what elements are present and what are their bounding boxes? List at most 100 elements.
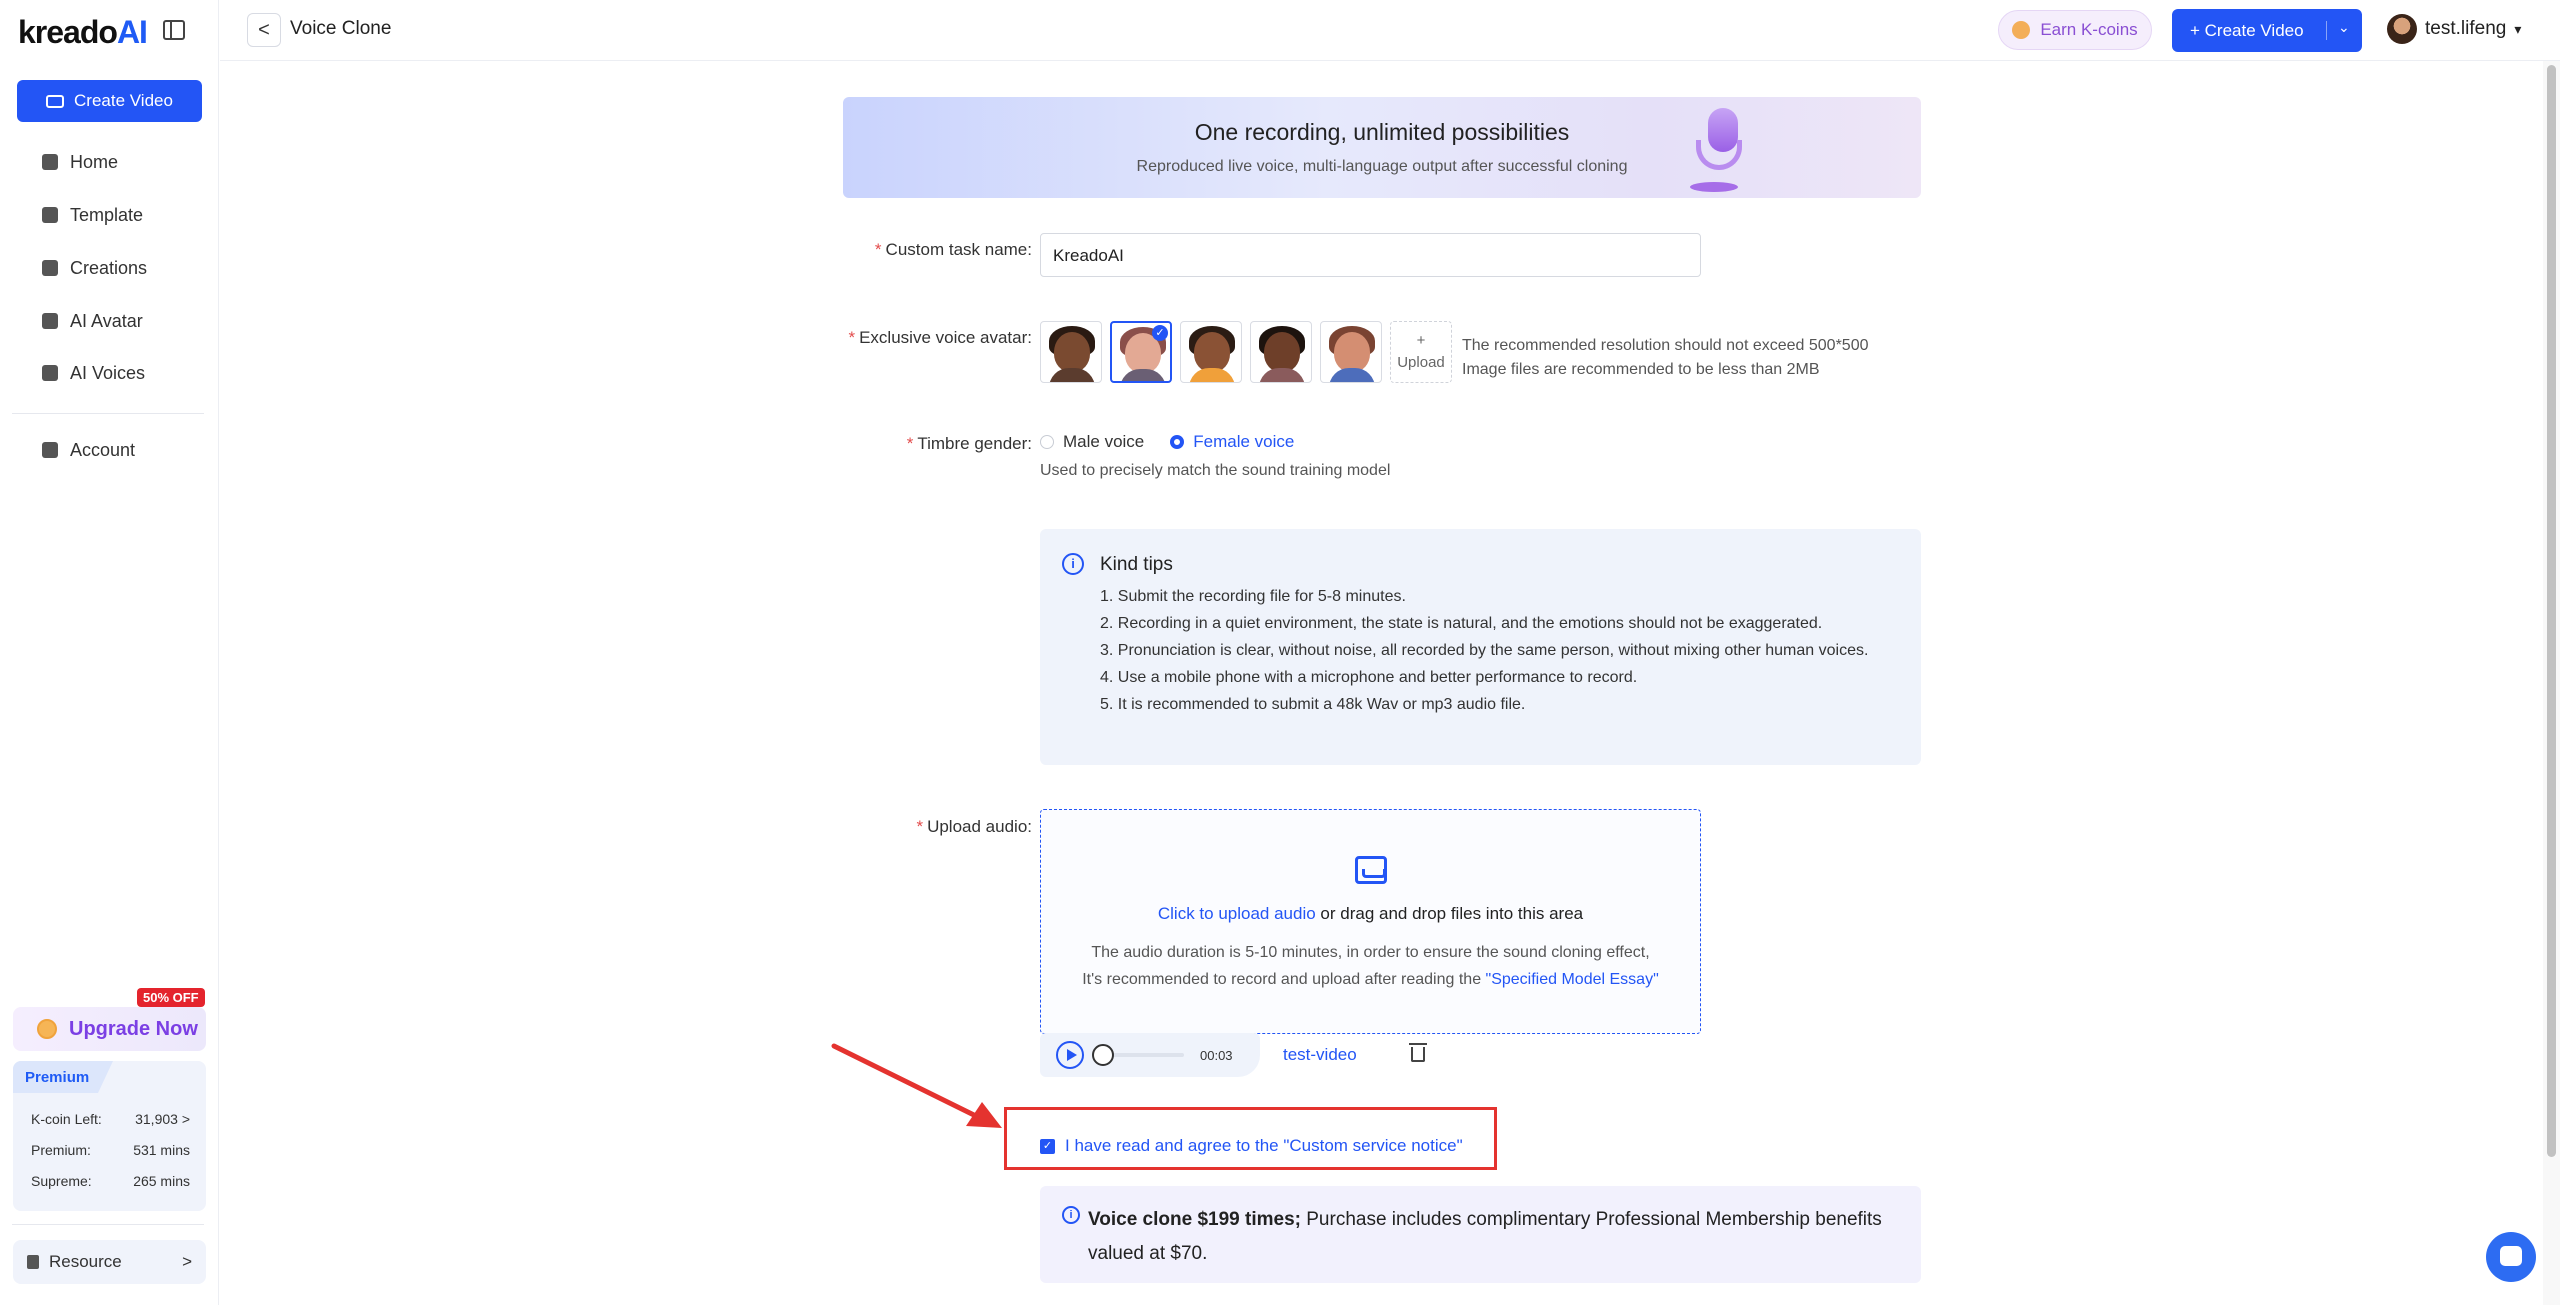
female-voice-radio[interactable]: Female voice (1170, 432, 1294, 452)
sidebar: kreadoAI Create Video Home Template Crea… (0, 0, 219, 1305)
audio-player: 00:03 (1040, 1033, 1260, 1077)
sidebar-divider (12, 1224, 204, 1225)
upload-label: Upload (1397, 354, 1445, 371)
mic-stand (1696, 140, 1742, 170)
task-name-input[interactable]: KreadoAI (1040, 233, 1701, 277)
page-scrollbar[interactable] (2543, 61, 2560, 1305)
avatar-option[interactable] (1320, 321, 1382, 383)
required-mark: * (916, 817, 924, 836)
sidebar-item-home[interactable]: Home (42, 148, 118, 176)
tip-item: 1. Submit the recording file for 5-8 min… (1100, 588, 1406, 605)
supreme-value: 265 mins (133, 1173, 190, 1189)
info-icon: i (1062, 553, 1084, 575)
checkbox-checked-icon[interactable]: ✓ (1040, 1138, 1055, 1154)
price-text: Voice clone $199 times; Purchase include… (1088, 1203, 1888, 1271)
avatar-option[interactable] (1040, 321, 1102, 383)
premium-value: 531 mins (133, 1142, 190, 1158)
earn-kcoins-button[interactable]: Earn K-coins (1998, 10, 2152, 50)
scrollbar-thumb[interactable] (2547, 65, 2556, 1157)
supreme-label: Supreme: (31, 1173, 92, 1189)
sidebar-item-label: Template (70, 204, 144, 225)
chevron-down-icon[interactable]: ⌄ (2338, 19, 2350, 36)
logo[interactable]: kreadoAI (18, 14, 148, 51)
microphone-illustration (1690, 108, 1750, 193)
seek-bar[interactable] (1092, 1044, 1184, 1066)
dropzone-hint: The audio duration is 5-10 minutes, in o… (1041, 939, 1700, 993)
caret-down-icon: ▾ (2514, 20, 2522, 37)
avatar-face (1054, 332, 1090, 372)
sidebar-item-ai-avatar[interactable]: AI Avatar (42, 307, 143, 335)
document-icon (27, 1255, 39, 1269)
sidebar-item-label: Home (70, 151, 119, 172)
sidebar-create-video-button[interactable]: Create Video (17, 80, 202, 122)
sidebar-item-creations[interactable]: Creations (42, 254, 147, 282)
sidebar-item-label: Creations (70, 257, 148, 278)
header-create-video-button[interactable]: + Create Video ⌄ (2172, 9, 2362, 52)
avatar-upload-button[interactable]: + Upload (1390, 321, 1452, 383)
avatar-option-selected[interactable]: ✓ (1110, 321, 1172, 383)
back-button[interactable]: < (247, 13, 281, 47)
dropzone-instruction: Click to upload audio or drag and drop f… (1041, 904, 1700, 924)
kind-tips-panel: i Kind tips 1. Submit the recording file… (1040, 529, 1921, 765)
sidebar-item-ai-voices[interactable]: AI Voices (42, 359, 145, 387)
tip-item: 5. It is recommended to submit a 48k Wav… (1100, 696, 1526, 713)
template-icon (42, 207, 58, 223)
avatar-face (1194, 332, 1230, 372)
resource-label: Resource (49, 1252, 122, 1271)
avatar-option[interactable] (1250, 321, 1312, 383)
avatar-face (1264, 332, 1300, 372)
plus-icon: + (1416, 332, 1426, 349)
tips-list: 1. Submit the recording file for 5-8 min… (1100, 584, 1900, 719)
sidebar-item-template[interactable]: Template (42, 201, 143, 229)
model-essay-link[interactable]: "Specified Model Essay" (1486, 971, 1659, 988)
logo-ai: AI (116, 14, 148, 50)
audio-dropzone[interactable]: Click to upload audio or drag and drop f… (1040, 809, 1701, 1034)
trash-icon[interactable] (1409, 1043, 1427, 1062)
logo-text: kreado (18, 14, 118, 50)
playback-time: 00:03 (1200, 1047, 1233, 1063)
earn-label: Earn K-coins (2040, 20, 2138, 39)
task-name-label: * Custom task name: (860, 240, 1032, 260)
kcoin-label: K-coin Left: (31, 1111, 102, 1127)
upload-audio-label-text: Upload audio: (927, 817, 1032, 836)
check-icon: ✓ (1152, 325, 1168, 341)
sidebar-item-label: AI Avatar (70, 310, 143, 331)
audio-file-name[interactable]: test-video (1283, 1045, 1357, 1065)
button-separator (2326, 21, 2327, 40)
upgrade-now-button[interactable]: Upgrade Now (13, 1007, 206, 1051)
click-to-upload-link[interactable]: Click to upload audio (1158, 904, 1316, 923)
folder-icon (42, 260, 58, 276)
male-voice-radio[interactable]: Male voice (1040, 432, 1144, 452)
chat-support-icon[interactable] (2486, 1232, 2536, 1282)
user-menu[interactable]: test.lifeng ▾ (2387, 14, 2521, 44)
upload-audio-label: * Upload audio: (880, 817, 1032, 837)
play-icon[interactable] (1056, 1041, 1084, 1069)
radio-dot (1170, 435, 1185, 449)
voice-avatar-label: * Exclusive voice avatar: (820, 328, 1032, 348)
sidebar-divider (12, 413, 204, 414)
seek-handle[interactable] (1092, 1044, 1114, 1066)
agreement-checkbox[interactable]: ✓ I have read and agree to the "Custom s… (1040, 1136, 1463, 1156)
premium-card: Premium K-coin Left: 31,903 > Premium: 5… (13, 1061, 206, 1211)
avatar (2387, 14, 2417, 44)
resource-button[interactable]: Resource > (13, 1240, 206, 1284)
kcoin-row[interactable]: K-coin Left: 31,903 > (31, 1111, 190, 1127)
kcoin-value: 31,903 > (135, 1111, 190, 1127)
premium-row: Premium: 531 mins (31, 1142, 190, 1158)
coin-icon (37, 1019, 57, 1039)
required-mark: * (906, 434, 914, 453)
sidebar-item-account[interactable]: Account (42, 436, 135, 464)
avatar-picker: ✓ + Upload (1040, 321, 1452, 383)
info-icon: i (1062, 1206, 1080, 1224)
agreement-text[interactable]: I have read and agree to the "Custom ser… (1065, 1136, 1463, 1156)
avatar-body (1329, 368, 1375, 382)
timbre-gender-label: * Timbre gender: (860, 434, 1032, 454)
radio-label: Male voice (1063, 432, 1145, 451)
upgrade-label: Upgrade Now (69, 1017, 198, 1040)
gender-hint: Used to precisely match the sound traini… (1040, 462, 1391, 479)
mic-base (1690, 182, 1738, 192)
collapse-sidebar-icon[interactable] (163, 20, 185, 40)
radio-label: Female voice (1193, 432, 1295, 451)
premium-tab: Premium (13, 1061, 113, 1093)
avatar-option[interactable] (1180, 321, 1242, 383)
